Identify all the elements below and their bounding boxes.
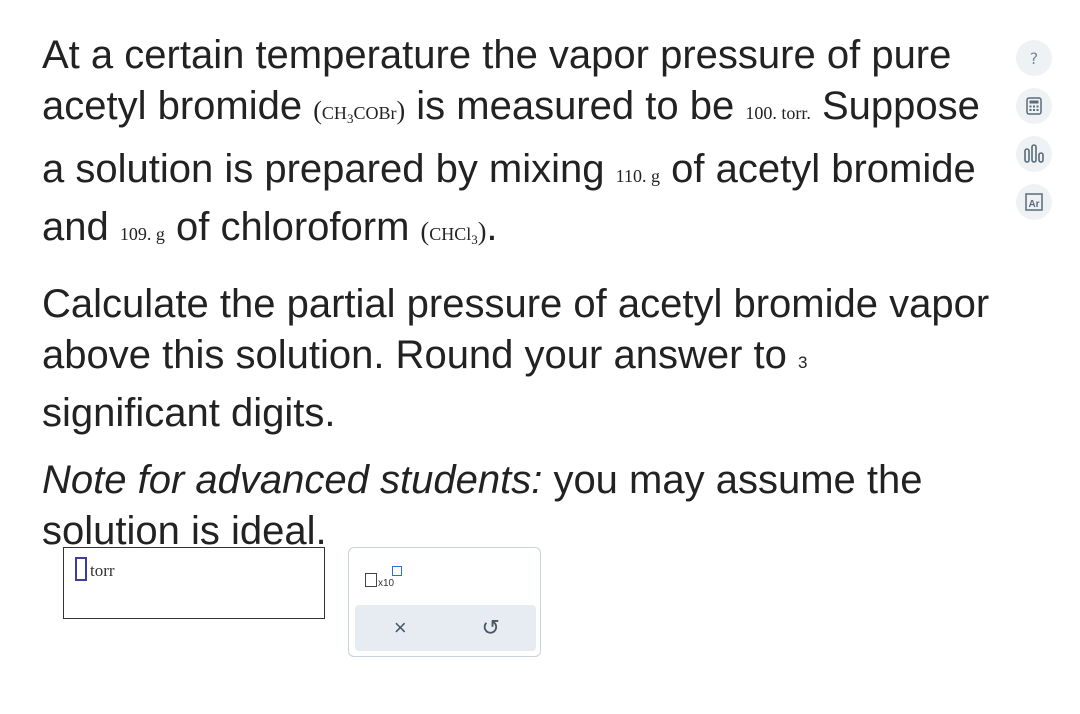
- answer-input-cursor[interactable]: [75, 557, 87, 581]
- periodic-table-icon: Ar: [1025, 193, 1043, 211]
- scientific-notation-button[interactable]: x10: [365, 566, 409, 596]
- chloroform-mass: 109. g: [119, 224, 165, 244]
- question-text: At a certain temperature the vapor press…: [42, 30, 992, 557]
- x10-label: x10: [378, 578, 395, 589]
- question-text-segment: significant digits.: [42, 391, 336, 435]
- answer-field[interactable]: torr: [63, 547, 325, 619]
- periodic-table-button[interactable]: Ar: [1016, 184, 1052, 220]
- math-keypad: x10 × ↺: [348, 547, 541, 657]
- calculator-icon: [1026, 97, 1042, 115]
- chloroform-formula: (CHCl3): [420, 217, 487, 247]
- question-paragraph-2: Calculate the partial pressure of acetyl…: [42, 279, 992, 439]
- exponent-placeholder-icon: [392, 566, 402, 576]
- calculator-button[interactable]: [1016, 88, 1052, 124]
- base-placeholder-icon: [365, 573, 377, 587]
- question-text-segment: is measured to be: [416, 84, 735, 128]
- question-text-segment: of chloroform: [176, 205, 410, 249]
- answer-unit-label: torr: [90, 561, 115, 580]
- undo-button[interactable]: ↺: [471, 615, 511, 641]
- question-text-segment: Calculate the partial pressure of acetyl…: [42, 282, 990, 377]
- help-icon: ?: [1029, 48, 1039, 68]
- acetyl-bromide-mass: 110. g: [615, 166, 660, 186]
- svg-text:Ar: Ar: [1028, 199, 1039, 210]
- period: .: [486, 205, 498, 249]
- data-button[interactable]: [1016, 136, 1052, 172]
- note-label: Note for advanced students:: [42, 458, 543, 502]
- chart-icon: [1024, 144, 1044, 163]
- question-paragraph-3: Note for advanced students: you may assu…: [42, 455, 992, 557]
- clear-button[interactable]: ×: [380, 615, 420, 641]
- question-paragraph-1: At a certain temperature the vapor press…: [42, 30, 992, 265]
- acetyl-bromide-formula: (CH3COBr): [313, 96, 406, 126]
- vapor-pressure-value: 100. torr.: [745, 103, 811, 123]
- significant-digits-value: 3: [798, 353, 808, 372]
- side-toolbar: ? Ar: [1016, 40, 1054, 232]
- keypad-action-bar: × ↺: [355, 605, 536, 651]
- help-button[interactable]: ?: [1016, 40, 1052, 76]
